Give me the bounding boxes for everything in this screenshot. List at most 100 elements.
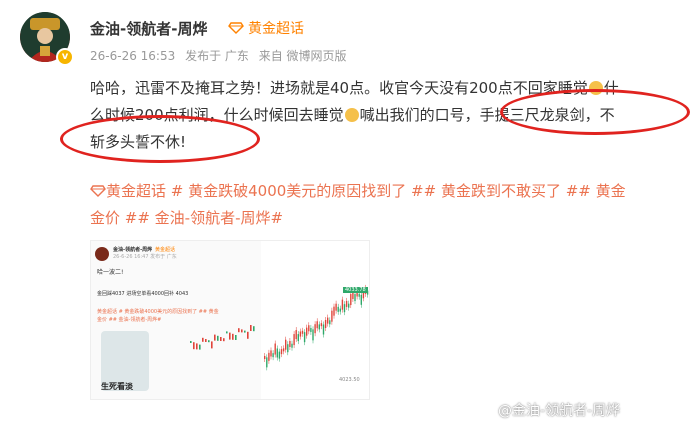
mini-candle — [199, 344, 201, 350]
candle-body — [289, 341, 291, 347]
post-content: 哈哈，迅雷不及掩耳之势！进场就是40点。收官今天没有200点不回家睡觉什 么时候… — [90, 75, 685, 156]
candle-body — [278, 351, 281, 359]
candle-body — [312, 329, 314, 341]
mini-candle — [208, 340, 210, 343]
post-location: 发布于 广东 — [185, 49, 249, 63]
candle-body — [268, 352, 270, 361]
candle-body — [339, 308, 341, 312]
author-avatar[interactable]: v — [20, 12, 74, 66]
hashtag-link-2[interactable]: 金价 ## 金油-领航者-周烨# — [90, 205, 685, 232]
mini-avatar — [95, 247, 109, 261]
mini-candle — [226, 331, 228, 334]
mini-candle — [223, 338, 225, 342]
mini-text-4: 金价 ## 金油-领航者-周烨# — [97, 317, 162, 323]
candle-body — [295, 330, 297, 340]
mini-candle — [238, 328, 240, 333]
candle-body — [329, 320, 331, 325]
post-image[interactable]: 金油-领航者-周烨 黄金超话 26-6-26 16:47 发布于 广东 哈一波二… — [90, 240, 370, 400]
content-text-3: 斩多头誓不休! — [90, 133, 187, 151]
candle-body — [270, 350, 272, 357]
candle-body — [314, 324, 316, 334]
weibo-watermark: @金油-领航者-周烨 — [498, 403, 621, 419]
topic-badge[interactable]: 黄金超话 — [228, 18, 304, 38]
content-line-2: 么时候200点利润，什么时候回去睡觉 喊出我们的口号，手提三尺龙泉剑，不 — [90, 102, 685, 129]
mini-candle — [247, 331, 249, 339]
candle-body — [272, 353, 274, 358]
candle-body — [327, 317, 329, 324]
fist-emoji-icon — [344, 108, 359, 122]
candle-body — [318, 324, 320, 330]
mini-candle — [229, 332, 231, 340]
content-line-1: 哈哈，迅雷不及掩耳之势！进场就是40点。收官今天没有200点不回家睡觉什 — [90, 75, 685, 102]
candle-body — [343, 304, 346, 313]
candle-body — [320, 323, 323, 327]
candle-body — [310, 327, 312, 332]
candle-body — [299, 331, 302, 337]
candle-body — [358, 293, 360, 297]
mini-candle — [220, 337, 222, 341]
candle-body — [291, 343, 293, 348]
mini-candle — [235, 335, 237, 340]
mini-candle — [244, 330, 246, 333]
candle-body — [274, 343, 276, 355]
price-label: 4033.78 — [343, 287, 368, 293]
post-meta: 26-6-26 16:53 发布于 广东 来自 微博网页版 — [90, 47, 353, 64]
mini-author: 金油-领航者-周烨 — [113, 247, 153, 253]
author-name[interactable]: 金油-领航者-周烨 — [90, 18, 207, 39]
sleep-emoji-icon — [588, 81, 603, 95]
hashtag-link-1[interactable]: 黄金超话 # 黄金跌破4000美元的原因找到了 ## 黄金跌到不敢买了 ## 黄… — [106, 182, 626, 200]
post-source: 来自 微博网页版 — [258, 49, 347, 63]
candle-body — [303, 332, 306, 343]
mini-candle — [196, 343, 198, 350]
candle-body — [348, 303, 350, 308]
candle-body — [335, 303, 337, 311]
mini-candle — [202, 337, 204, 342]
candle-body — [341, 299, 344, 310]
hashtags: 黄金超话 # 黄金跌破4000美元的原因找到了 ## 黄金跌到不敢买了 ## 黄… — [90, 178, 685, 232]
mini-candle — [211, 341, 213, 349]
candle-body — [297, 334, 299, 342]
candle-body — [266, 357, 268, 368]
candle-body — [316, 321, 318, 329]
content-text-2b: 喊出我们的口号，手提三尺龙泉剑，不 — [359, 106, 615, 124]
candle-body — [293, 334, 295, 346]
candle-body — [333, 306, 335, 316]
cartoon-caption: 生死看淡 — [101, 382, 133, 391]
content-text-2: 么时候200点利润，什么时候回去睡觉 — [90, 106, 344, 124]
mini-candle — [241, 329, 243, 333]
weibo-post: v 金油-领航者-周烨 黄金超话 26-6-26 16:53 发布于 广东 来自… — [0, 0, 695, 427]
candle-body — [331, 310, 333, 322]
candle-body — [276, 348, 278, 358]
candle-body — [287, 344, 289, 353]
mini-candle — [217, 335, 219, 341]
candle-body — [308, 325, 310, 332]
candle-body — [345, 300, 348, 307]
mini-candle — [250, 325, 252, 331]
candle-body — [354, 294, 356, 302]
mini-candle — [193, 342, 195, 350]
mini-candle — [190, 341, 192, 343]
candle-body — [264, 356, 266, 359]
topic-badge-label: 黄金超话 — [248, 21, 304, 37]
candle-body — [282, 348, 285, 352]
candle-body — [285, 339, 287, 350]
candle-body — [350, 294, 352, 306]
mini-text-1: 哈一波二! — [97, 269, 124, 276]
mini-candle — [253, 326, 255, 332]
post-time[interactable]: 26-6-26 16:53 — [90, 49, 175, 63]
candle-body — [301, 330, 304, 334]
hashtag-line-1: 黄金超话 # 黄金跌破4000美元的原因找到了 ## 黄金跌到不敢买了 ## 黄… — [90, 178, 685, 205]
candle-body — [306, 327, 308, 336]
diamond-icon — [90, 185, 106, 197]
candle-body — [337, 306, 339, 312]
candle-body — [324, 320, 327, 328]
content-text-1: 哈哈，迅雷不及掩耳之势！进场就是40点。收官今天没有200点不回家睡觉 — [90, 79, 588, 97]
mini-candle — [205, 339, 207, 342]
candle-body — [280, 349, 283, 355]
content-text-1b: 什 — [603, 79, 619, 97]
verified-badge-icon: v — [56, 48, 74, 66]
mini-candle — [214, 334, 216, 341]
mini-candle — [232, 333, 234, 340]
candle-body — [360, 294, 362, 305]
diamond-icon — [228, 22, 244, 34]
